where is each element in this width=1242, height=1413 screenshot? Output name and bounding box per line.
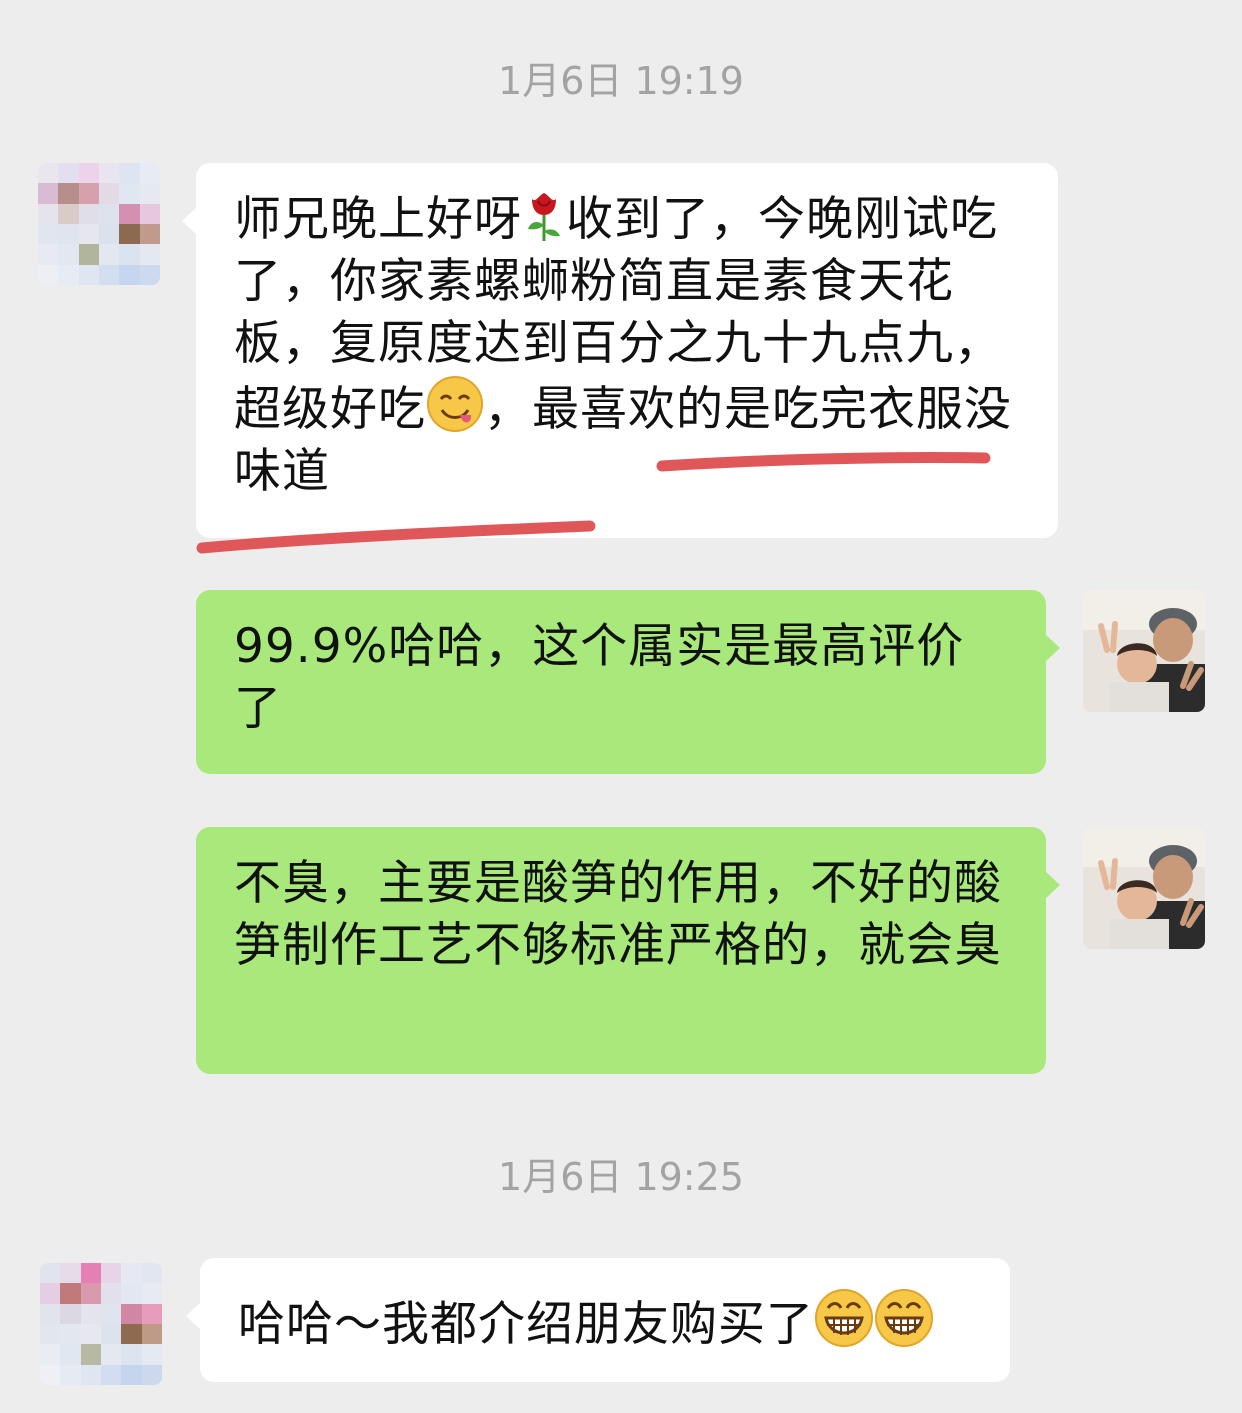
grinning-emoji-icon bbox=[875, 1289, 933, 1347]
message-bubble-sent[interactable]: 99.9%哈哈，这个属实是最高评价了 bbox=[196, 590, 1060, 774]
bubble-tail bbox=[186, 1302, 201, 1330]
my-avatar[interactable] bbox=[1083, 827, 1205, 949]
timestamp: 1月6日 19:19 bbox=[498, 59, 744, 103]
message-text: 99.9%哈哈，这个属实是最高评价了 bbox=[234, 619, 965, 736]
savoring-food-emoji-icon bbox=[427, 376, 483, 432]
blurred-avatar-icon bbox=[40, 1263, 162, 1385]
blurred-avatar-icon bbox=[38, 163, 160, 285]
bubble-tail bbox=[1045, 871, 1060, 899]
my-avatar[interactable] bbox=[1083, 590, 1205, 712]
grinning-emoji-icon bbox=[815, 1289, 873, 1347]
contact-avatar[interactable] bbox=[38, 163, 160, 285]
message-bubble-received[interactable]: 哈哈～我都介绍朋友购买了 bbox=[186, 1258, 1010, 1382]
message-text: 师兄晚上好呀 收到了，今晚刚试吃了，你家素螺蛳粉简直是素食天花板，复原度达到百分之… bbox=[234, 189, 1028, 503]
bubble-tail bbox=[182, 207, 197, 235]
timestamp: 1月6日 19:25 bbox=[498, 1155, 744, 1199]
user-avatar-photo-icon bbox=[1083, 590, 1205, 712]
bubble-tail bbox=[1045, 634, 1060, 662]
user-avatar-photo-icon bbox=[1083, 827, 1205, 949]
message-bubble-sent[interactable]: 不臭，主要是酸笋的作用，不好的酸笋制作工艺不够标准严格的，就会臭 bbox=[196, 827, 1060, 1074]
message-text: 不臭，主要是酸笋的作用，不好的酸笋制作工艺不够标准严格的，就会臭 bbox=[234, 856, 1002, 973]
rose-emoji-icon bbox=[528, 193, 560, 241]
message-bubble-received[interactable]: 师兄晚上好呀 收到了，今晚刚试吃了，你家素螺蛳粉简直是素食天花板，复原度达到百分之… bbox=[182, 163, 1058, 538]
message-text: 哈哈～我都介绍朋友购买了 bbox=[238, 1288, 974, 1356]
contact-avatar[interactable] bbox=[40, 1263, 162, 1385]
